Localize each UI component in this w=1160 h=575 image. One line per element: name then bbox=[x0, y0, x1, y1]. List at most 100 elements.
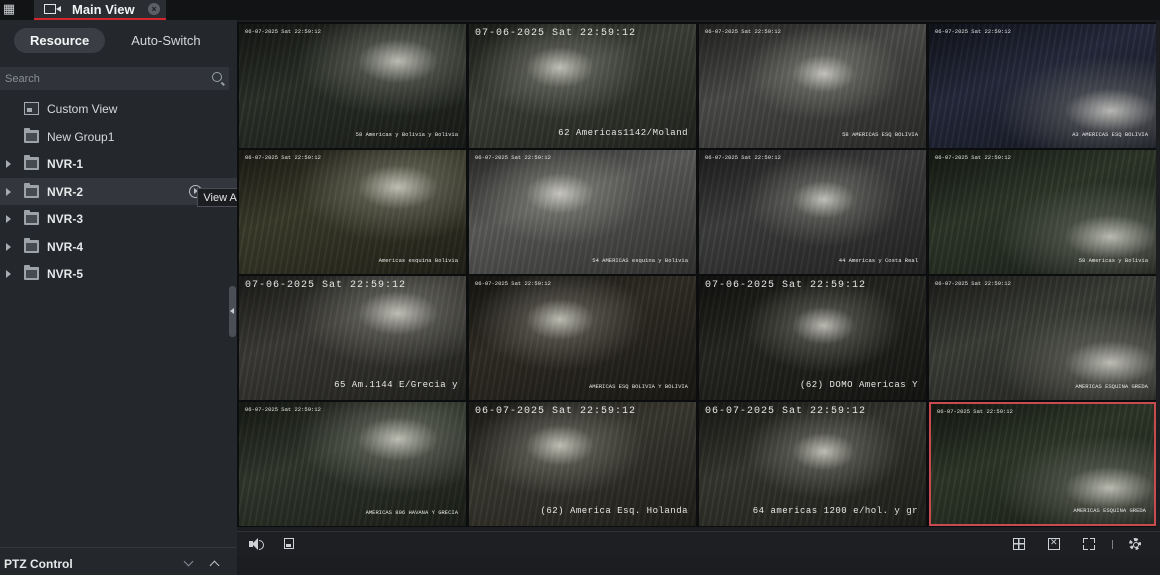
search-box bbox=[0, 67, 229, 90]
custom-view-icon bbox=[24, 102, 39, 115]
camera-name: (62) America Esq. Holanda bbox=[540, 506, 688, 516]
camera-timestamp: 06-07-2025 Sat 22:59:12 bbox=[245, 28, 321, 35]
camera-timestamp: 06-07-2025 Sat 22:59:12 bbox=[935, 154, 1011, 161]
expand-arrow-icon[interactable] bbox=[6, 270, 11, 278]
camera-tile[interactable]: 06-07-2025 Sat 22:59:12 AMERICAS ESQUINA … bbox=[929, 402, 1156, 526]
camera-timestamp: 06-07-2025 Sat 22:59:12 bbox=[705, 154, 781, 161]
folder-icon bbox=[24, 265, 39, 280]
chevron-up-icon[interactable] bbox=[209, 560, 220, 571]
close-all-icon[interactable] bbox=[1048, 537, 1060, 550]
search-input[interactable] bbox=[5, 70, 200, 87]
camera-tile[interactable]: 06-07-2025 Sat 22:59:12 AMERICAS ESQUINA … bbox=[929, 276, 1156, 400]
camera-feed bbox=[931, 404, 1154, 524]
folder-icon bbox=[24, 210, 39, 225]
tree-item-label: Custom View bbox=[47, 102, 118, 116]
camera-feed bbox=[929, 150, 1156, 274]
chevron-down-icon[interactable] bbox=[183, 556, 194, 567]
fullscreen-icon[interactable] bbox=[1083, 538, 1095, 550]
tree-item-label: New Group1 bbox=[47, 129, 115, 144]
camera-tile[interactable]: 07-06-2025 Sat 22:59:12 65 Am.1144 E/Grec… bbox=[239, 276, 466, 400]
camera-name: AMERICAS ESQUINA GREDA bbox=[1075, 383, 1148, 390]
tab-label: Main View bbox=[72, 1, 135, 17]
camera-feed bbox=[929, 276, 1156, 400]
camera-name: 54 AMERICAS esquina y Bolivia bbox=[592, 257, 688, 264]
camera-timestamp: 06-07-2025 Sat 22:59:12 bbox=[705, 28, 781, 35]
menu-grid-icon[interactable]: ▦ bbox=[0, 0, 18, 18]
camera-timestamp: 06-07-2025 Sat 22:59:12 bbox=[705, 406, 867, 417]
camera-name: Americas esquina Bolivia bbox=[378, 257, 458, 264]
camera-timestamp: 07-06-2025 Sat 22:59:12 bbox=[705, 280, 867, 291]
camera-tile[interactable]: 07-06-2025 Sat 22:59:12 (62) DOMO America… bbox=[699, 276, 926, 400]
bottom-toolbar bbox=[237, 531, 1160, 555]
camera-tile[interactable]: 06-07-2025 Sat 22:59:12 (62) America Esq.… bbox=[469, 402, 696, 526]
camera-timestamp: 06-07-2025 Sat 22:59:12 bbox=[935, 280, 1011, 287]
settings-icon[interactable] bbox=[1129, 538, 1141, 550]
expand-arrow-icon[interactable] bbox=[6, 242, 11, 251]
camera-timestamp: 06-07-2025 Sat 22:59:12 bbox=[937, 408, 1013, 415]
tree-item-nvr-5[interactable]: NVR-5 bbox=[0, 260, 237, 288]
camera-name: 65 Am.1144 E/Grecia y bbox=[334, 380, 458, 390]
ptz-label: PTZ Control bbox=[4, 557, 73, 571]
camera-tile[interactable]: 07-06-2025 Sat 22:59:12 62 Americas1142/M… bbox=[469, 24, 696, 148]
panel-collapse-handle[interactable] bbox=[229, 286, 236, 337]
title-bar: ▦ Main View × bbox=[0, 0, 1160, 20]
folder-icon bbox=[24, 237, 39, 253]
camera-tile[interactable]: 06-07-2025 Sat 22:59:12 Americas esquina … bbox=[239, 150, 466, 274]
toolbar-divider bbox=[1112, 540, 1113, 549]
camera-tile[interactable]: 06-07-2025 Sat 22:59:12 58 Americas y Bol… bbox=[929, 150, 1156, 274]
camera-feed bbox=[699, 150, 926, 274]
camera-timestamp: 06-07-2025 Sat 22:59:12 bbox=[245, 406, 321, 413]
tree-item-nvr-4[interactable]: NVR-4 bbox=[0, 233, 237, 261]
camera-name: AMERICAS ESQ BOLIVIA Y BOLIVIA bbox=[588, 383, 688, 390]
save-icon[interactable] bbox=[284, 538, 294, 549]
tree-item-label: NVR-5 bbox=[47, 267, 84, 281]
camera-tile[interactable]: 06-07-2025 Sat 22:59:12 54 AMERICAS esqui… bbox=[469, 150, 696, 274]
camera-name: 58 AMERICAS ESQ BOLIVIA bbox=[842, 131, 918, 138]
tree-item-new-group1[interactable]: New Group1 bbox=[0, 123, 237, 151]
search-icon[interactable] bbox=[212, 72, 222, 82]
folder-icon bbox=[24, 182, 39, 198]
auto-switch-tab[interactable]: Auto-Switch bbox=[115, 28, 216, 53]
camera-feed bbox=[469, 150, 696, 274]
volume-icon[interactable] bbox=[249, 538, 264, 550]
camera-tile[interactable]: 06-07-2025 Sat 22:59:12 AMERICAS 806 HAVA… bbox=[239, 402, 466, 526]
resource-tab[interactable]: Resource bbox=[14, 28, 106, 53]
camera-tile[interactable]: 06-07-2025 Sat 22:59:12 AMERICAS ESQ BOLI… bbox=[469, 276, 696, 400]
camera-name: AMERICAS 806 HAVANA Y GRECIA bbox=[365, 509, 458, 516]
camera-feed bbox=[469, 276, 696, 400]
expand-arrow-icon[interactable] bbox=[6, 187, 11, 196]
camera-name: 58 Americas y Bolivia y Bolivia bbox=[355, 131, 458, 138]
camera-timestamp: 06-07-2025 Sat 22:59:12 bbox=[475, 280, 551, 287]
camera-name: AMERICAS ESQUINA GREDA bbox=[1073, 507, 1146, 514]
folder-icon bbox=[24, 127, 39, 143]
camera-timestamp: 06-07-2025 Sat 22:59:12 bbox=[245, 154, 321, 161]
camera-name: 44 Americas y Costa Real bbox=[838, 257, 918, 264]
tree-item-label: NVR-4 bbox=[47, 239, 84, 254]
ptz-control-header[interactable]: PTZ Control bbox=[0, 547, 237, 575]
tab-main-view[interactable]: Main View × bbox=[34, 0, 166, 20]
resource-panel: Resource Auto-Switch Custom View New Gro… bbox=[0, 20, 237, 575]
camera-name: A3 AMERICAS ESQ BOLIVIA bbox=[1072, 131, 1148, 138]
tree-item-custom-view[interactable]: Custom View bbox=[0, 95, 237, 123]
camera-name: 62 Americas1142/Moland bbox=[558, 128, 688, 138]
camera-timestamp: 06-07-2025 Sat 22:59:12 bbox=[475, 406, 637, 417]
tree-item-label: NVR-3 bbox=[47, 212, 84, 226]
camera-feed bbox=[699, 24, 926, 148]
camera-timestamp: 07-06-2025 Sat 22:59:12 bbox=[245, 280, 407, 291]
camera-timestamp: 07-06-2025 Sat 22:59:12 bbox=[475, 28, 637, 39]
camera-timestamp: 06-07-2025 Sat 22:59:12 bbox=[935, 28, 1011, 35]
layout-icon[interactable] bbox=[1013, 538, 1025, 550]
expand-arrow-icon[interactable] bbox=[6, 215, 11, 223]
camera-icon bbox=[44, 3, 64, 15]
tree-item-nvr-3[interactable]: NVR-3 bbox=[0, 205, 237, 233]
camera-tile[interactable]: 06-07-2025 Sat 22:59:12 64 americas 1200 … bbox=[699, 402, 926, 526]
expand-arrow-icon[interactable] bbox=[6, 160, 11, 168]
camera-tile[interactable]: 06-07-2025 Sat 22:59:12 A3 AMERICAS ESQ B… bbox=[929, 24, 1156, 148]
camera-feed bbox=[239, 402, 466, 526]
camera-tile[interactable]: 06-07-2025 Sat 22:59:12 58 AMERICAS ESQ B… bbox=[699, 24, 926, 148]
camera-tile[interactable]: 06-07-2025 Sat 22:59:12 58 Americas y Bol… bbox=[239, 24, 466, 148]
tree-item-nvr-1[interactable]: NVR-1 bbox=[0, 150, 237, 178]
close-tab-icon[interactable]: × bbox=[148, 3, 160, 15]
segment-control: Resource Auto-Switch bbox=[14, 28, 217, 53]
camera-tile[interactable]: 06-07-2025 Sat 22:59:12 44 Americas y Cos… bbox=[699, 150, 926, 274]
